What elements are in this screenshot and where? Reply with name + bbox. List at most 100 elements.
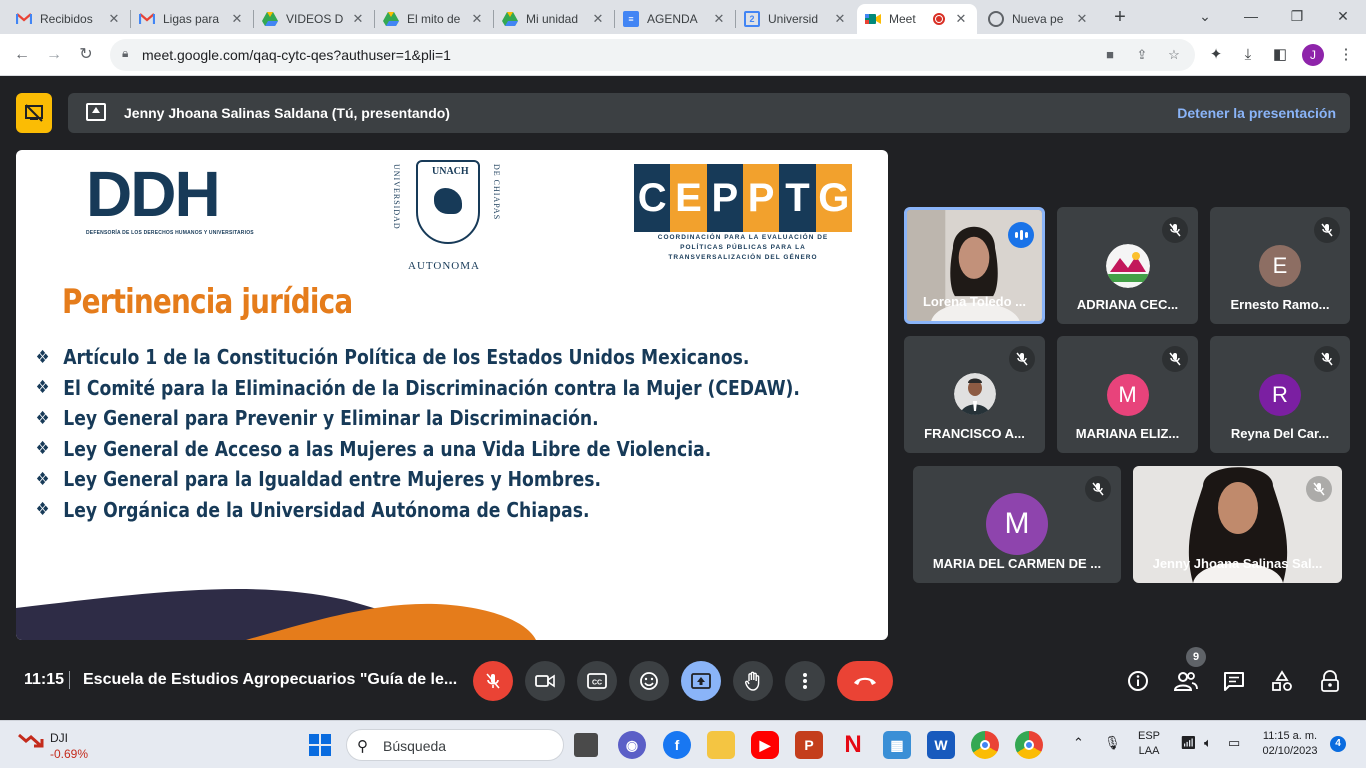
leave-call-button[interactable] xyxy=(837,661,893,701)
tab-meet[interactable]: Meet ✕ xyxy=(857,4,977,34)
restore-icon[interactable]: ❐ xyxy=(1274,0,1320,34)
participant-tile[interactable]: E Ernesto Ramo... xyxy=(1210,207,1350,324)
tab-mi-unidad[interactable]: Mi unidad ✕ xyxy=(494,4,614,34)
tab-search-icon[interactable]: ⌄ xyxy=(1182,0,1228,34)
window-close-icon[interactable]: ✕ xyxy=(1320,0,1366,34)
chrome-profile-icon[interactable] xyxy=(1015,731,1043,759)
present-button[interactable] xyxy=(681,661,721,701)
battery-icon[interactable]: ▭ xyxy=(1228,735,1240,751)
tab-label: VIDEOS D xyxy=(286,12,344,26)
show-hidden-icons[interactable]: ⌃ xyxy=(1073,735,1084,751)
close-icon[interactable]: ✕ xyxy=(350,11,366,27)
volume-icon[interactable]: 🔈︎ xyxy=(1204,735,1212,751)
extensions-icon[interactable]: ✦ xyxy=(1206,45,1226,65)
bullet-text: Ley Orgánica de la Universidad Autónoma … xyxy=(63,497,590,522)
forward-arrow-icon[interactable]: → xyxy=(42,43,66,67)
people-icon xyxy=(1174,672,1198,691)
stock-widget[interactable]: DJI -0.69% xyxy=(18,729,88,761)
tab-universidad[interactable]: 2 Universid ✕ xyxy=(736,4,856,34)
close-icon[interactable]: ✕ xyxy=(953,11,969,27)
docs-icon: ≡ xyxy=(623,11,639,27)
stop-presenting-button[interactable]: Detener la presentación xyxy=(1177,105,1336,121)
participant-tile[interactable]: Lorena Toledo ... xyxy=(904,207,1045,324)
youtube-icon[interactable]: ▶ xyxy=(751,731,779,759)
teams-chat-icon[interactable]: ◉ xyxy=(618,731,646,759)
chrome-icon[interactable] xyxy=(971,731,999,759)
system-clock[interactable]: 11:15 a. m. 02/10/2023 xyxy=(1256,729,1324,759)
presentation-toggle-button[interactable] xyxy=(16,93,52,133)
windows-start-icon[interactable] xyxy=(309,734,331,756)
side-panel-icon[interactable]: ◧ xyxy=(1270,45,1290,65)
host-controls-button[interactable] xyxy=(1316,667,1344,695)
minimize-icon[interactable]: — xyxy=(1228,0,1274,34)
close-icon[interactable]: ✕ xyxy=(469,11,485,27)
stock-down-icon xyxy=(18,733,44,748)
input-language[interactable]: ESP LAA xyxy=(1138,729,1160,759)
tab-ligas[interactable]: Ligas para ✕ xyxy=(131,4,253,34)
download-icon[interactable]: ⤓ xyxy=(1238,45,1258,65)
participant-tile[interactable]: M MARIA DEL CARMEN DE ... xyxy=(913,466,1121,583)
word-icon[interactable]: W xyxy=(927,731,955,759)
taskbar-search[interactable]: ⚲ Búsqueda xyxy=(346,729,564,761)
tab-el-mito[interactable]: El mito de ✕ xyxy=(375,4,493,34)
hide-presentation-icon xyxy=(25,104,43,122)
camera-toggle-button[interactable] xyxy=(525,661,565,701)
powerpoint-icon[interactable]: P xyxy=(795,731,823,759)
tab-nueva[interactable]: Nueva pe ✕ xyxy=(980,4,1098,34)
tab-label: Universid xyxy=(768,12,819,26)
activities-button[interactable] xyxy=(1268,667,1296,695)
video-camera-icon xyxy=(535,674,555,688)
participant-tile[interactable]: Jenny Jhoana Salinas Sal... xyxy=(1133,466,1342,583)
tab-label: El mito de xyxy=(407,12,461,26)
language-code: ESP xyxy=(1138,730,1161,742)
microphone-icon[interactable]: 🎙︎ xyxy=(1104,735,1121,751)
back-arrow-icon[interactable]: ← xyxy=(10,43,34,67)
participant-photo xyxy=(953,373,996,415)
close-icon[interactable]: ✕ xyxy=(229,11,245,27)
mic-off-icon xyxy=(486,673,500,689)
new-tab-button[interactable]: + xyxy=(1108,6,1132,30)
participant-tile[interactable]: R Reyna Del Car... xyxy=(1210,336,1350,453)
profile-avatar[interactable]: J xyxy=(1302,44,1324,66)
participant-tile[interactable]: ADRIANA CEC... xyxy=(1057,207,1198,324)
netflix-icon[interactable]: N xyxy=(839,731,867,759)
diamond-bullet-icon: ❖ xyxy=(35,346,50,368)
task-view-icon[interactable] xyxy=(574,733,598,757)
search-icon: ⚲ xyxy=(357,738,368,755)
file-explorer-icon[interactable] xyxy=(707,731,735,759)
presenter-text: Jenny Jhoana Salinas Saldana (Tú, presen… xyxy=(124,105,450,121)
reload-icon[interactable]: ↻ xyxy=(74,43,98,67)
menu-kebab-icon[interactable]: ⋮ xyxy=(1336,45,1356,65)
more-options-button[interactable] xyxy=(785,661,825,701)
share-icon[interactable]: ⇪ xyxy=(1132,45,1152,65)
close-icon[interactable]: ✕ xyxy=(1074,11,1090,27)
close-icon[interactable]: ✕ xyxy=(832,11,848,27)
captions-button[interactable]: CC xyxy=(577,661,617,701)
reactions-button[interactable] xyxy=(629,661,669,701)
participant-tile[interactable]: FRANCISCO A... xyxy=(904,336,1045,453)
photos-icon[interactable]: ▦ xyxy=(883,731,911,759)
wifi-icon[interactable]: 📶︎ xyxy=(1180,735,1197,751)
bookmark-star-icon[interactable]: ☆ xyxy=(1164,45,1184,65)
camera-icon[interactable]: ■ xyxy=(1100,45,1120,65)
tab-agenda[interactable]: ≡ AGENDA ✕ xyxy=(615,4,735,34)
close-icon[interactable]: ✕ xyxy=(711,11,727,27)
tab-label: Recibidos xyxy=(40,12,93,26)
raise-hand-button[interactable] xyxy=(733,661,773,701)
cepptg-caption: COORDINACIÓN PARA LA EVALUACIÓN DE xyxy=(657,234,829,241)
tab-videos[interactable]: VIDEOS D ✕ xyxy=(254,4,374,34)
mic-toggle-button[interactable] xyxy=(473,661,513,701)
people-button[interactable] xyxy=(1172,667,1200,695)
facebook-icon[interactable]: f xyxy=(663,731,691,759)
close-icon[interactable]: ✕ xyxy=(106,11,122,27)
chat-button[interactable] xyxy=(1220,667,1248,695)
participant-tile[interactable]: M MARIANA ELIZ... xyxy=(1057,336,1198,453)
close-icon[interactable]: ✕ xyxy=(590,11,606,27)
tab-recibidos[interactable]: Recibidos ✕ xyxy=(8,4,130,34)
notification-badge[interactable]: 4 xyxy=(1330,736,1346,752)
address-bar[interactable]: 🔒︎ meet.google.com/qaq-cytc-qes?authuser… xyxy=(110,39,1195,71)
tab-label: Ligas para xyxy=(163,12,220,26)
meeting-details-button[interactable] xyxy=(1124,667,1152,695)
more-vert-icon xyxy=(803,673,807,689)
slide-bullet: ❖ Ley General para la Igualdad entre Muje… xyxy=(34,464,800,495)
